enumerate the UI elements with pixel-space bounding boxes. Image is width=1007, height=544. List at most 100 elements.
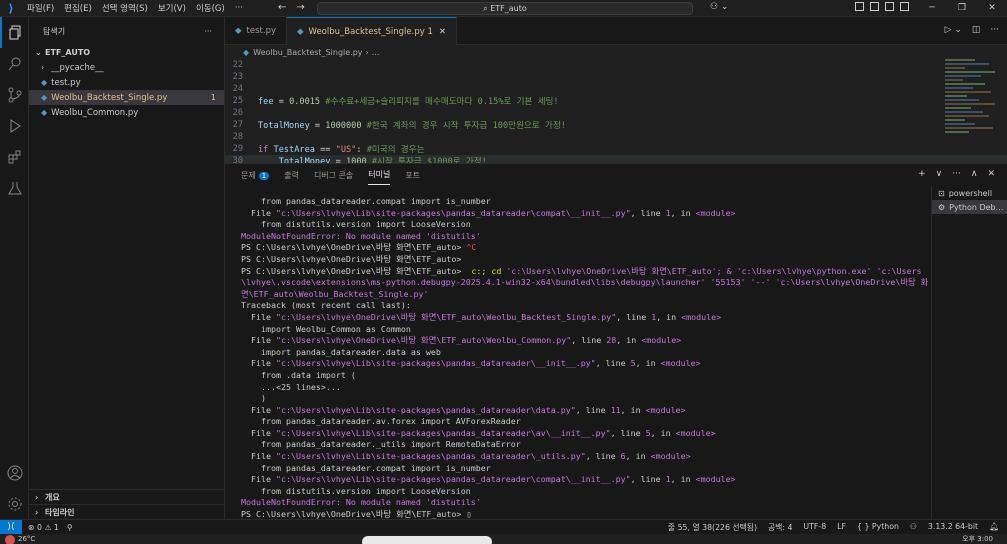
minimap-line: [945, 119, 965, 121]
prompt-text: PS C:\Users\lvhye\OneDrive\바탕 화면\ETF_aut…: [241, 265, 472, 276]
back-arrow-icon[interactable]: ←: [278, 2, 286, 13]
toggle-sidebar-icon[interactable]: [855, 2, 864, 11]
terminal-item-powershell[interactable]: ⊡ powershell: [932, 186, 1007, 200]
workspace-root[interactable]: ⌄ ETF_AUTO: [29, 45, 224, 60]
notifications-bell-icon[interactable]: 🔔︎: [989, 522, 999, 533]
weather-icon[interactable]: [5, 535, 15, 544]
traceback-line-number: 11: [610, 404, 621, 415]
forward-arrow-icon[interactable]: →: [296, 2, 304, 13]
terminal-line: from distutils.version import LooseVersi…: [241, 485, 471, 496]
tab-test-py[interactable]: ◆ test.py: [225, 17, 287, 45]
toggle-panel-icon[interactable]: [870, 2, 879, 11]
code-editor[interactable]: 22 23 24 25 fee = 0.0015 #수수료+세금+슬리피지를 매수매도마…: [225, 59, 1007, 163]
code-comment: #한국 계좌의 경우 시작 투자금 100만원으로 가정!: [361, 121, 566, 131]
minimap-line: [945, 71, 995, 73]
python-env-icon[interactable]: ⚇: [910, 522, 917, 533]
menu-view[interactable]: 보기(V): [153, 2, 191, 14]
toggle-secondary-sidebar-icon[interactable]: [885, 2, 894, 11]
breadcrumb-symbol[interactable]: ...: [372, 48, 380, 57]
close-window-icon[interactable]: ✕: [977, 0, 1007, 17]
taskbar-search-box[interactable]: [362, 536, 492, 544]
port-forward-icon[interactable]: ⚲: [67, 523, 73, 532]
minimap-line: [945, 75, 981, 77]
terminal-line: PS C:\Users\lvhye\OneDrive\바탕 화면\ETF_aut…: [241, 253, 462, 264]
tab-label: 터미널: [368, 170, 391, 179]
terminal-item-label: powershell: [948, 188, 993, 198]
terminal-item-python-debug[interactable]: ⚙ Python Deb...: [932, 200, 1007, 214]
split-editor-icon[interactable]: ◫: [972, 25, 981, 35]
traceback-file-prefix: File: [241, 207, 276, 218]
editor-more-icon[interactable]: ···: [990, 25, 999, 35]
testing-flask-icon[interactable]: [0, 172, 29, 203]
tree-item-weolbu-common[interactable]: ◆ Weolbu_Common.py: [29, 105, 224, 120]
tab-output[interactable]: 출력: [284, 166, 299, 185]
code-operator: =: [273, 97, 290, 107]
tab-weolbu-backtest-single[interactable]: ◆ Weolbu_Backtest_Single.py 1 ✕: [287, 17, 457, 45]
timeline-section[interactable]: › 타임라인: [29, 504, 225, 519]
source-control-icon[interactable]: [0, 79, 29, 110]
explorer-icon[interactable]: [0, 17, 29, 48]
outline-section[interactable]: › 개요: [29, 489, 225, 504]
minimize-icon[interactable]: ─: [917, 0, 947, 17]
minimap[interactable]: [945, 59, 1001, 159]
menu-selection[interactable]: 선택 영역(S): [97, 2, 153, 14]
python-interpreter[interactable]: 3.13.2 64-bit: [928, 522, 978, 533]
extensions-icon[interactable]: [0, 141, 29, 172]
problems-status[interactable]: ⊗ 0 ⚠ 1: [28, 523, 59, 532]
new-terminal-icon[interactable]: +: [918, 169, 926, 179]
traceback-path: "c:\Users\lvhye\Lib\site-packages\pandas…: [275, 358, 596, 369]
breadcrumb-file[interactable]: Weolbu_Backtest_Single.py: [253, 48, 362, 57]
menu-go[interactable]: 이동(G): [191, 2, 230, 14]
command-center-search[interactable]: ⌕ ETF_auto: [317, 2, 693, 15]
traceback-in: , in: [670, 207, 696, 218]
terminal-line: File "c:\Users\lvhye\Lib\site-packages\p…: [241, 451, 931, 463]
code-text: if TestArea == "US": #미국의 경우는: [258, 143, 425, 155]
eol-status[interactable]: LF: [837, 522, 846, 533]
menu-bar: 파일(F) 편집(E) 선택 영역(S) 보기(V) 이동(G) ···: [22, 2, 248, 14]
remote-indicator-icon[interactable]: ⟩⟨: [0, 519, 22, 535]
cursor-position[interactable]: 줄 55, 열 38(226 선택됨): [668, 522, 757, 533]
indentation-status[interactable]: 공백: 4: [768, 522, 792, 533]
tree-item-test-py[interactable]: ◆ test.py: [29, 75, 224, 90]
menu-more[interactable]: ···: [230, 3, 248, 13]
encoding-status[interactable]: UTF-8: [803, 522, 826, 533]
terminal-icon: ⊡: [938, 188, 945, 198]
account-icon[interactable]: [0, 457, 29, 488]
copilot-icon[interactable]: ⚇ ⌄: [710, 2, 728, 12]
maximize-panel-icon[interactable]: ∧: [971, 169, 978, 179]
tree-item-weolbu-backtest-single[interactable]: ◆ Weolbu_Backtest_Single.py 1: [29, 90, 224, 105]
menu-file[interactable]: 파일(F): [22, 2, 59, 14]
search-icon[interactable]: [0, 48, 29, 79]
explorer-more-icon[interactable]: ···: [204, 27, 212, 36]
minimap-line: [945, 103, 995, 105]
code-line: 22: [225, 59, 1007, 71]
terminal-dropdown-icon[interactable]: ∨: [936, 169, 943, 179]
maximize-icon[interactable]: ❐: [947, 0, 977, 17]
terminal-output[interactable]: from pandas_datareader.compat import is_…: [241, 196, 931, 521]
tab-ports[interactable]: 포트: [405, 166, 420, 185]
terminal-line: from pandas_datareader.compat import is_…: [241, 196, 491, 206]
code-line: 27 TotalMoney = 1000000 #한국 계좌의 경우 시작 투자금…: [225, 119, 1007, 131]
close-panel-icon[interactable]: ✕: [987, 169, 995, 179]
traceback-in: , in: [625, 451, 651, 462]
tab-terminal[interactable]: 터미널: [368, 165, 391, 185]
weather-temperature[interactable]: 26°C: [18, 535, 35, 543]
tab-problems[interactable]: 문제 1: [241, 166, 270, 185]
run-debug-icon[interactable]: [0, 110, 29, 141]
run-file-icon[interactable]: ▷ ⌄: [945, 25, 962, 35]
panel-more-icon[interactable]: ···: [952, 169, 961, 179]
language-mode[interactable]: { } Python: [857, 522, 899, 533]
tree-item-pycache[interactable]: › __pycache__: [29, 60, 224, 75]
close-tab-icon[interactable]: ✕: [439, 27, 446, 37]
taskbar-clock[interactable]: 오후 3:00: [962, 534, 993, 544]
customize-layout-icon[interactable]: [900, 2, 909, 11]
vscode-logo-icon[interactable]: ⟩: [0, 0, 22, 17]
tab-debug-console[interactable]: 디버그 콘솔: [314, 166, 353, 185]
settings-gear-icon[interactable]: [0, 488, 29, 519]
terminal-line: from pandas_datareader.compat import is_…: [241, 462, 491, 473]
traceback-line-prefix: , line: [585, 451, 621, 462]
tab-label: 출력: [284, 170, 299, 180]
traceback-file-prefix: File: [241, 404, 276, 415]
menu-edit[interactable]: 편집(E): [59, 2, 97, 14]
prompt-text: PS C:\Users\lvhye\OneDrive\바탕 화면\ETF_aut…: [241, 242, 467, 253]
